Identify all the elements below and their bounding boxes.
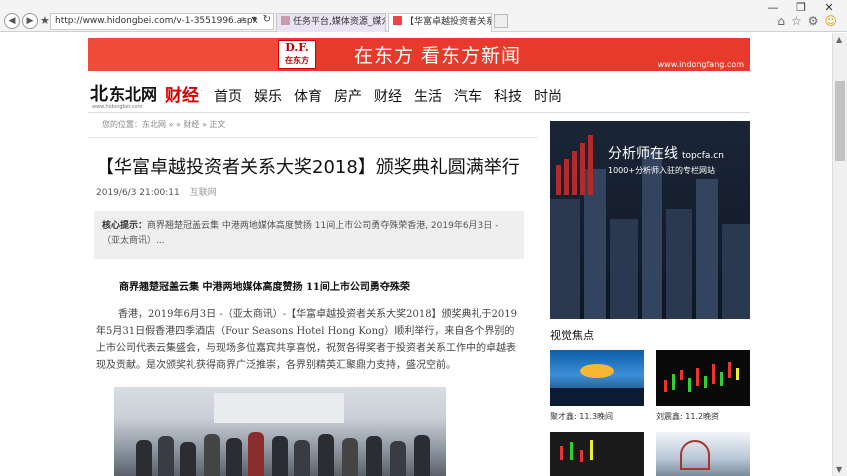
nav-auto[interactable]: 汽车 [454, 86, 482, 106]
nav-tech[interactable]: 科技 [494, 86, 522, 106]
search-icon[interactable]: ⌕ [240, 14, 246, 25]
tab-label: 【华富卓越投资者关系大奖... [405, 17, 491, 27]
feedback-smiley-icon[interactable]: ☺ [824, 14, 837, 28]
article-body: 香港，2019年6月3日 -（亚太商讯）-【华富卓越投资者关系大奖2018】颁奖… [96, 309, 518, 371]
article-photo [114, 387, 446, 476]
focus-caption-1[interactable]: 聚才鑫: 11.3晚间 [550, 411, 613, 422]
focus-thumb-1[interactable] [550, 350, 644, 406]
back-icon[interactable]: ◀ [4, 13, 20, 29]
summary-label: 核心提示： [102, 221, 148, 231]
dropdown-icon[interactable]: ▾ [252, 14, 257, 25]
focus-thumb-2[interactable] [656, 350, 750, 406]
banner-site: www.indongfang.com [657, 60, 744, 69]
tab-favicon-icon [281, 16, 290, 25]
visual-focus-heading: 视觉焦点 [550, 329, 594, 342]
focus-caption-2[interactable]: 刘震鑫: 11.2晚资 [656, 411, 719, 422]
top-banner-ad[interactable]: D.F. 在东方 在东方 看东方新闻 www.indongfang.com [88, 38, 750, 71]
nav-fashion[interactable]: 时尚 [534, 86, 562, 106]
home-icon[interactable]: ⌂ [777, 14, 785, 28]
banner-logo-bottom: 在东方 [285, 55, 309, 65]
refresh-icon[interactable]: ↻ [263, 14, 271, 25]
article-summary: 核心提示：商界翘楚冠盖云集 中港两地媒体高度赞扬 11间上市公司勇夺殊荣香港, … [94, 211, 524, 259]
favorites-icon[interactable]: ☆ [791, 14, 802, 28]
main-nav: 首页 娱乐 体育 房产 财经 生活 汽车 科技 时尚 [214, 86, 562, 106]
ad-tagline: 1000+分析师入驻的专栏网站 [608, 166, 716, 175]
article-title: 【华富卓越投资者关系大奖2018】颁奖典礼圆满举行 [96, 157, 520, 178]
breadcrumb-divider [88, 137, 538, 138]
settings-gear-icon[interactable]: ⚙ [808, 14, 819, 28]
site-logo[interactable]: 北 东北网 财经 www.hidongbei.com [90, 82, 200, 110]
ad-brand-name: 分析师在线 [608, 146, 678, 162]
logo-name: 东北网 [109, 85, 158, 104]
nav-sports[interactable]: 体育 [294, 86, 322, 106]
summary-text: 商界翘楚冠盖云集 中港两地媒体高度赞扬 11间上市公司勇夺殊荣香港, 2019年… [102, 221, 499, 246]
banner-logo-top: D.F. [285, 41, 309, 54]
section-title: 财经 [165, 85, 200, 106]
scroll-up-icon[interactable]: ▲ [836, 35, 842, 44]
tab-media-platform[interactable]: 任务平台,媒体资源_媒介资源... [276, 13, 386, 32]
logo-mark: 北 [90, 84, 108, 105]
article-meta: 2019/6/3 21:00:11 互联网 [96, 185, 217, 198]
tab-label: 任务平台,媒体资源_媒介资源... [293, 17, 385, 27]
focus-thumb-3[interactable] [550, 432, 644, 476]
nav-life[interactable]: 生活 [414, 86, 442, 106]
scroll-down-icon[interactable]: ▼ [836, 465, 842, 474]
header-divider [88, 112, 750, 113]
nav-home[interactable]: 首页 [214, 86, 242, 106]
nav-entertainment[interactable]: 娱乐 [254, 86, 282, 106]
breadcrumb[interactable]: 您的位置：东北网 » » 财经 » 正文 [102, 119, 225, 130]
vertical-scrollbar[interactable]: ▲ ▼ [832, 33, 847, 476]
forward-icon[interactable]: ▶ [22, 13, 38, 29]
article-source: 互联网 [189, 188, 217, 198]
banner-logo: D.F. 在东方 [278, 40, 316, 69]
new-tab-button[interactable] [494, 14, 508, 28]
ad-domain: topcfa.cn [682, 151, 724, 161]
tab-favicon-icon [393, 16, 402, 25]
article-lead: 商界翘楚冠盖云集 中港两地媒体高度赞扬 11间上市公司勇夺殊荣 [119, 282, 410, 293]
nav-realestate[interactable]: 房产 [334, 86, 362, 106]
nav-finance[interactable]: 财经 [374, 86, 402, 106]
logo-subtext: www.hidongbei.com [92, 104, 143, 110]
banner-left-panel [88, 38, 278, 71]
article-date: 2019/6/3 21:00:11 [96, 188, 180, 198]
ad-brand: 分析师在线 topcfa.cn [608, 143, 724, 163]
banner-slogan: 在东方 看东方新闻 [354, 45, 522, 67]
sidebar-ad[interactable]: 分析师在线 topcfa.cn 1000+分析师入驻的专栏网站 [550, 121, 750, 319]
scrollbar-thumb[interactable] [835, 81, 845, 161]
focus-thumb-4[interactable] [656, 432, 750, 476]
favorite-star-icon[interactable]: ★ [40, 14, 50, 27]
photo-backdrop [214, 393, 344, 423]
browser-chrome: — ❐ ✕ ◀ ▶ ★ http://www.hidongbei.com/v-1… [0, 0, 847, 32]
tab-article[interactable]: 【华富卓越投资者关系大奖... [388, 13, 492, 32]
